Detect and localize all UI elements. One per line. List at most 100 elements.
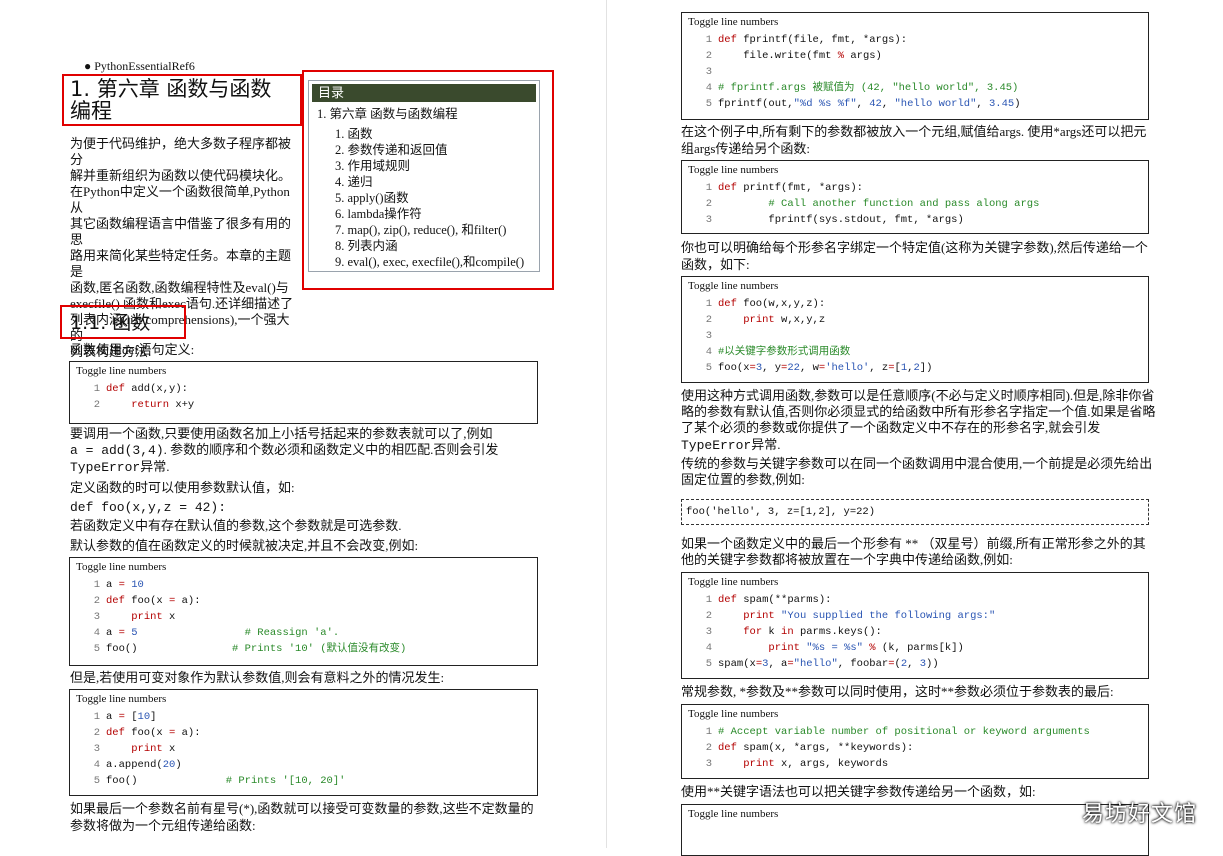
toggle-line-numbers[interactable]: Toggle line numbers [682,805,1148,821]
code-token: in [781,626,794,638]
code-token: fprintf(out, [718,98,794,110]
toggle-line-numbers[interactable]: Toggle line numbers [70,362,537,378]
line-number: 4 [705,346,712,358]
code-token: spam(x [718,658,756,670]
code-token: 42 [869,98,882,110]
code-token: 10 [131,579,144,591]
code-token: , y [762,362,782,374]
toc-item[interactable]: 8. 列表内涵 [335,238,539,254]
line-number: 2 [93,727,100,739]
line-number: 3 [705,214,712,226]
code-block-spam-var: Toggle line numbers 1 # Accept variable n… [681,704,1149,779]
intro-line: 其它函数编程语言中借鉴了很多有用的思 [70,216,292,247]
code-line: 3 print x [70,609,537,625]
code-token: k [762,626,782,638]
code-token: def [718,742,737,754]
code-line: 1a = [10] [70,709,537,725]
code-line: 5 spam(x=3, a="hello", foobar=(2, 3)) [682,656,1148,672]
code-line: 1 def spam(**parms): [682,592,1148,608]
code-token: spam(x, *args, **keywords): [736,742,914,754]
code-line: 4 print "%s = %s" % (k, parms[k]) [682,640,1148,656]
code-token: ) [175,759,182,771]
line-number: 3 [705,626,712,638]
code-token: add(x,y): [124,383,188,395]
toc-item[interactable]: 5. apply()函数 [335,190,539,206]
code-token: 10 [137,711,151,723]
inline-code: TypeError [70,460,141,475]
mutable-paragraph: 但是,若使用可变对象作为默认参数值,则会有意料之外的情况发生: [70,670,445,685]
code-line: 2 def foo(x = a): [70,593,537,609]
intro-line: 在Python中定义一个函数很简单,Python从 [70,184,290,215]
code-line: 1 def foo(w,x,y,z): [682,296,1148,312]
call-paragraph-3: TypeError异常. [70,459,169,476]
code-token: w,x,y,z [774,314,826,326]
toggle-line-numbers[interactable]: Toggle line numbers [70,558,537,574]
toc-item-top[interactable]: 1. 第六章 函数与函数编程 [309,102,539,126]
code-line: 3 print x [70,741,537,757]
code-token: for [743,626,763,638]
code-token: , [976,98,989,110]
toc-item[interactable]: 6. lambda操作符 [335,206,539,222]
code-line: 5 fprintf(out,"%d %s %f", 42, "hello worl… [682,96,1148,112]
optional-paragraph: 若函数定义中有存在默认值的参数,这个参数就是可选参数. [70,518,402,533]
code-token: , foobar [837,658,889,670]
code-token: x [162,743,176,755]
code-token: print [131,743,163,755]
toc-item[interactable]: 7. map(), zip(), reduce(), 和filter() [335,222,539,238]
toc-item[interactable]: 4. 递归 [335,174,539,190]
table-of-contents: 目录 1. 第六章 函数与函数编程 1. 函数 2. 参数传递和返回值 3. 作… [308,80,540,272]
code-lines: 1 # Accept variable number of positional … [682,721,1148,772]
line-number: 1 [93,579,100,591]
code-token: ) [1014,98,1021,110]
code-token: , z [869,362,889,374]
call-paragraph-1: 要调用一个函数,只要使用函数名加上小括号括起来的参数表就可以了,例如 [70,426,493,441]
code-token: "%s = %s" [806,642,863,654]
code-block-fprintf: Toggle line numbers 1 def fprintf(file, f… [681,12,1149,120]
code-token: foo() [106,643,233,655]
code-line: 2 print w,x,y,z [682,312,1148,328]
chapter-title-line2: 编程 [70,99,112,123]
toc-item[interactable]: 2. 参数传递和返回值 [335,142,539,158]
line-number: 1 [705,594,712,606]
toggle-line-numbers[interactable]: Toggle line numbers [70,690,537,706]
line-number: 4 [93,759,100,771]
code-line: 3 print x, args, keywords [682,756,1148,772]
code-token: print [743,314,775,326]
code-block-default: Toggle line numbers 1a = 10 2 def foo(x = … [69,557,538,666]
line-number: 5 [705,658,712,670]
code-token: foo(x [124,595,170,607]
code-token: #以关键字参数形式调用函数 [718,346,851,358]
toc-item[interactable]: 3. 作用域规则 [335,158,539,174]
code-token: x [162,611,176,623]
code-token: "hello world" [894,98,977,110]
toggle-line-numbers[interactable]: Toggle line numbers [682,277,1148,293]
code-token: print [743,610,775,622]
mix-paragraph-2: 固定位置的参数,例如: [681,472,805,487]
code-line: 1 def add(x,y): [70,381,537,397]
code-line: 5 foo() # Prints '10' (默认值没有改变) [70,641,537,657]
toggle-line-numbers[interactable]: Toggle line numbers [682,705,1148,721]
toc-item[interactable]: 9. eval(), exec, execfile(),和compile() [335,254,539,270]
breadcrumb-link[interactable]: PythonEssentialRef6 [94,59,195,73]
code-lines: 1 def fprintf(file, fmt, *args): 2 file.wr… [682,29,1148,112]
code-token: 20 [162,759,176,771]
code-token: , w [799,362,819,374]
toggle-line-numbers[interactable]: Toggle line numbers [682,13,1148,29]
code-token: # Prints '[10, 20]' [225,775,346,787]
kw-paragraph-1: 你也可以明确给每个形参名字绑定一个特定值(这称为关键字参数),然后传递给一个 [681,240,1148,255]
toggle-line-numbers[interactable]: Toggle line numbers [682,161,1148,177]
code-token: foo(w,x,y,z): [736,298,826,310]
toc-item[interactable]: 1. 函数 [335,126,539,142]
code-token: 'hello' [825,362,870,374]
code-lines: 1 def foo(w,x,y,z): 2 print w,x,y,z 3 4 #以关键字… [682,293,1148,376]
code-line: 4 #以关键字参数形式调用函数 [682,344,1148,360]
chapter-title-line1: 1. 第六章 函数与函数 [70,77,272,101]
default-code: def foo(x,y,z = 42): [70,500,227,515]
toggle-line-numbers[interactable]: Toggle line numbers [682,573,1148,589]
code-line: 2 def spam(x, *args, **keywords): [682,740,1148,756]
code-line: 3 [682,328,1148,344]
code-line: 2 file.write(fmt % args) [682,48,1148,64]
